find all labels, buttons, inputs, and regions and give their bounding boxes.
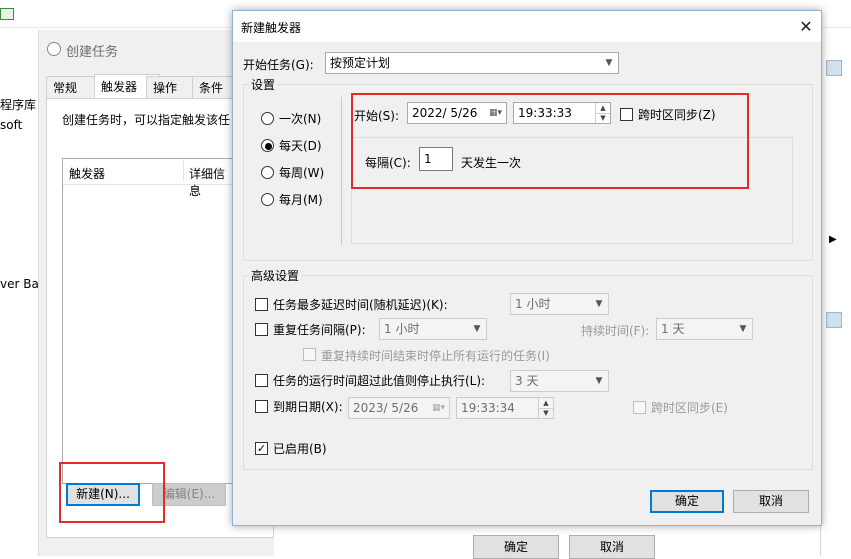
expire-date-picker[interactable]: 2023/ 5/26 ▦▾: [348, 397, 450, 419]
delay-value: 1 小时: [515, 297, 551, 311]
create-task-ok-button[interactable]: 确定: [473, 535, 559, 559]
advanced-group-label: 高级设置: [249, 267, 302, 284]
highlight-start-settings: [351, 93, 749, 189]
column-details[interactable]: 详细信息: [189, 165, 233, 199]
expire-sync-label[interactable]: 跨时区同步(E): [651, 399, 728, 416]
expand-arrow-icon[interactable]: ▶: [829, 234, 837, 245]
expire-checkbox[interactable]: [255, 400, 268, 413]
radio-monthly[interactable]: [261, 193, 274, 206]
task-clock-icon: [47, 42, 61, 56]
expire-sync-checkbox[interactable]: [633, 401, 646, 414]
column-trigger[interactable]: 触发器: [69, 165, 105, 182]
highlight-new-button: [59, 462, 165, 523]
radio-daily-label[interactable]: 每天(D): [279, 137, 322, 154]
enabled-label[interactable]: 已启用(B): [273, 440, 327, 457]
delay-checkbox[interactable]: [255, 298, 268, 311]
left-pane-label[interactable]: ver Ba: [0, 277, 39, 291]
settings-divider: [341, 97, 342, 245]
begin-task-label: 开始任务(G):: [243, 58, 314, 72]
duration-label: 持续时间(F):: [581, 324, 650, 338]
enabled-checkbox[interactable]: ✓: [255, 442, 268, 455]
left-pane-label[interactable]: soft: [0, 118, 22, 132]
expire-time-spinner[interactable]: 19:33:34 ▲ ▼: [456, 397, 554, 419]
radio-monthly-label[interactable]: 每月(M): [279, 191, 323, 208]
close-icon[interactable]: ✕: [795, 16, 817, 38]
repeat-interval-dropdown[interactable]: 1 小时 ▼: [379, 318, 487, 340]
repeat-interval-value: 1 小时: [384, 322, 420, 336]
spin-down-icon[interactable]: ▼: [538, 408, 553, 418]
expire-label[interactable]: 到期日期(X):: [273, 398, 343, 415]
stop-if-runs-dropdown[interactable]: 3 天 ▼: [510, 370, 609, 392]
left-pane-label[interactable]: 程序库: [0, 96, 36, 113]
chevron-down-icon: ▼: [595, 299, 603, 309]
radio-daily[interactable]: [261, 139, 274, 152]
chevron-down-icon: ▼: [739, 324, 747, 334]
duration-value: 1 天: [661, 322, 685, 336]
right-actions-pane: [820, 28, 851, 556]
calendar-dropdown-icon[interactable]: ▦▾: [432, 398, 445, 418]
radio-once[interactable]: [261, 112, 274, 125]
trigger-list[interactable]: 触发器 详细信息: [62, 158, 234, 484]
dialog-titlebar[interactable]: 新建触发器 ✕: [233, 11, 821, 42]
triggers-description: 创建任务时，可以指定触发该任: [62, 113, 231, 127]
expire-time-value: 19:33:34: [461, 401, 515, 415]
dialog-cancel-button[interactable]: 取消: [733, 490, 809, 513]
duration-dropdown[interactable]: 1 天 ▼: [656, 318, 753, 340]
stop-all-checkbox[interactable]: [303, 348, 316, 361]
create-task-cancel-button[interactable]: 取消: [569, 535, 655, 559]
window-title: 创建任务: [66, 45, 119, 60]
radio-weekly-label[interactable]: 每周(W): [279, 164, 324, 181]
delay-dropdown[interactable]: 1 小时 ▼: [510, 293, 609, 315]
repeat-checkbox[interactable]: [255, 323, 268, 336]
stop-if-runs-checkbox[interactable]: [255, 374, 268, 387]
app-icon: [0, 8, 14, 20]
scroll-up-icon[interactable]: [826, 60, 842, 76]
chevron-down-icon: ▼: [595, 376, 603, 386]
chevron-down-icon: ▼: [605, 58, 613, 68]
stop-all-label[interactable]: 重复持续时间结束时停止所有运行的任务(I): [321, 347, 550, 364]
radio-weekly[interactable]: [261, 166, 274, 179]
settings-group-label: 设置: [249, 76, 278, 93]
stop-if-runs-value: 3 天: [515, 374, 539, 388]
dialog-title: 新建触发器: [241, 21, 302, 35]
stop-if-runs-label[interactable]: 任务的运行时间超过此值则停止执行(L):: [273, 372, 485, 389]
radio-once-label[interactable]: 一次(N): [279, 110, 321, 127]
chevron-down-icon: ▼: [473, 324, 481, 334]
column-divider: [183, 161, 184, 181]
repeat-label[interactable]: 重复任务间隔(P):: [273, 321, 366, 338]
delay-label[interactable]: 任务最多延迟时间(随机延迟)(K):: [273, 296, 448, 313]
dialog-ok-button[interactable]: 确定: [650, 490, 724, 513]
expire-date-value: 2023/ 5/26: [353, 401, 419, 415]
scroll-up-icon[interactable]: [826, 312, 842, 328]
begin-task-dropdown[interactable]: 按预定计划 ▼: [325, 52, 619, 74]
begin-task-value: 按预定计划: [330, 56, 391, 70]
new-trigger-dialog: 新建触发器 ✕ 开始任务(G): 按预定计划 ▼ 设置 一次(N) 每天(D) …: [232, 10, 822, 526]
trigger-list-header: 触发器 详细信息: [63, 159, 233, 198]
